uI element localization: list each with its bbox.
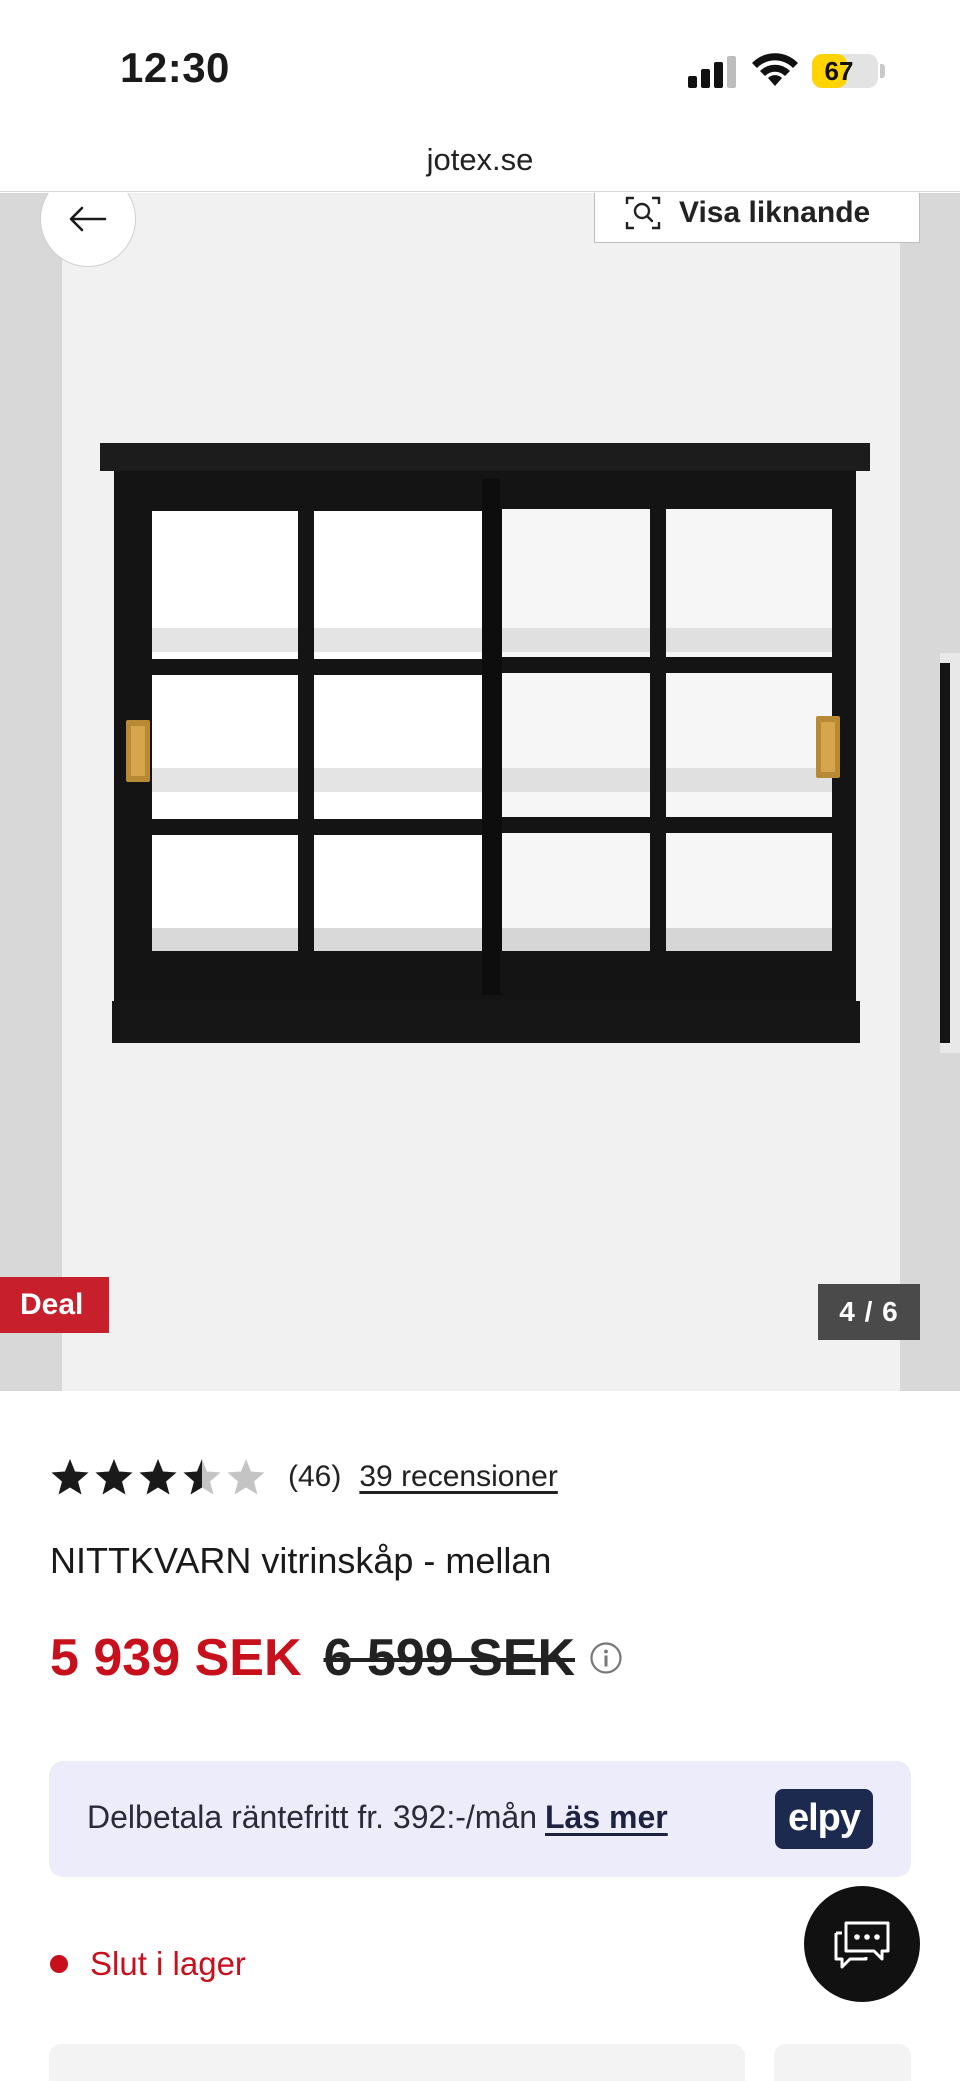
price-row: 5 939 SEK 6 599 SEK xyxy=(50,1628,623,1688)
current-price: 5 939 SEK xyxy=(50,1629,302,1687)
rating-row: (46) 39 recensioner xyxy=(50,1452,558,1502)
installment-banner: Delbetala räntefritt fr. 392:-/mån Läs me… xyxy=(49,1761,911,1877)
review-count: (46) xyxy=(288,1460,342,1493)
wifi-icon xyxy=(752,53,798,86)
next-image-peek[interactable] xyxy=(940,453,960,1053)
show-similar-label: Visa liknande xyxy=(679,196,871,229)
battery-percent: 67 xyxy=(824,56,854,86)
star-rating[interactable] xyxy=(50,1457,266,1497)
arrow-left-icon xyxy=(69,206,107,232)
deal-badge: Deal xyxy=(0,1277,109,1333)
show-similar-button[interactable]: Visa liknande xyxy=(594,193,920,243)
stock-status-dot xyxy=(50,1955,68,1973)
read-more-link[interactable]: Läs mer xyxy=(545,1799,668,1835)
cabinet-illustration xyxy=(100,443,870,1043)
star-full-icon xyxy=(51,1459,89,1495)
stock-status: Slut i lager xyxy=(50,1945,246,1983)
chat-button[interactable] xyxy=(804,1886,920,2002)
cellular-signal-icon xyxy=(688,56,736,88)
battery-terminal xyxy=(880,64,885,78)
info-icon[interactable] xyxy=(589,1641,623,1675)
installment-text-wrapper: Delbetala räntefritt fr. 392:-/mån Läs me… xyxy=(87,1799,668,1836)
url-text[interactable]: jotex.se xyxy=(0,142,960,178)
star-full-icon xyxy=(95,1459,133,1495)
star-full-icon xyxy=(139,1459,177,1495)
status-bar: 12:30 67 xyxy=(0,0,960,130)
browser-url-bar[interactable]: jotex.se xyxy=(0,130,960,192)
quantity-selector[interactable] xyxy=(774,2044,911,2081)
reviews-link[interactable]: 39 recensioner xyxy=(359,1460,557,1494)
product-image[interactable] xyxy=(62,193,900,1391)
product-image-gallery[interactable]: Visa liknande Deal 4 / 6 xyxy=(0,193,960,1391)
original-price: 6 599 SEK xyxy=(323,1629,576,1687)
elpy-logo: elpy xyxy=(775,1789,873,1849)
image-counter: 4 / 6 xyxy=(818,1284,920,1340)
status-time: 12:30 xyxy=(120,44,230,91)
variant-selector[interactable] xyxy=(49,2044,745,2081)
star-empty-icon xyxy=(227,1459,265,1495)
product-title: NITTKVARN vitrinskåp - mellan xyxy=(50,1540,552,1581)
chat-bubble-icon xyxy=(834,1921,890,1969)
image-search-icon xyxy=(625,196,661,230)
installment-text: Delbetala räntefritt fr. 392:-/mån xyxy=(87,1799,537,1835)
stock-status-text: Slut i lager xyxy=(90,1945,246,1982)
star-half-icon xyxy=(183,1459,221,1495)
battery-indicator: 67 xyxy=(812,54,878,88)
